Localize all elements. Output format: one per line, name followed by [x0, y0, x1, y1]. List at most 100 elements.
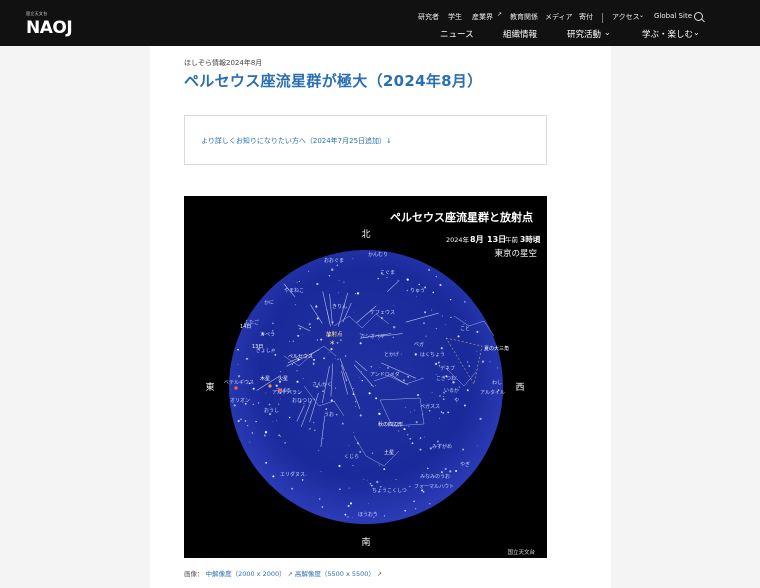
star — [455, 469, 458, 473]
star — [249, 441, 251, 443]
star — [355, 293, 357, 295]
nav-organization[interactable]: 組織情報 — [503, 28, 537, 40]
star — [419, 448, 422, 451]
util-global-site[interactable]: Global Site — [654, 12, 692, 20]
star — [309, 326, 311, 328]
star — [404, 509, 407, 512]
star — [440, 347, 443, 350]
star — [393, 326, 396, 329]
star — [417, 394, 419, 396]
star — [285, 284, 286, 286]
star — [361, 379, 363, 382]
util-education[interactable]: 教育関係 — [510, 12, 538, 22]
star — [292, 340, 294, 342]
star — [418, 283, 420, 286]
star — [336, 341, 339, 344]
search-icon[interactable] — [694, 12, 703, 21]
star — [323, 357, 326, 360]
star — [338, 464, 341, 468]
star — [278, 434, 280, 437]
star — [431, 309, 433, 311]
label-oushi: おうし — [264, 407, 279, 414]
util-students[interactable]: 学生 — [448, 12, 462, 22]
nav-learn[interactable]: 学ぶ・楽しむ — [642, 28, 693, 40]
util-donation[interactable]: 寄付 — [579, 12, 593, 22]
star — [313, 358, 316, 361]
star — [272, 475, 275, 478]
star — [328, 274, 331, 277]
star — [406, 289, 409, 292]
star — [320, 471, 322, 472]
star — [479, 417, 482, 421]
star — [263, 434, 266, 437]
util-media[interactable]: メディア — [545, 12, 573, 22]
star — [437, 361, 440, 364]
star — [308, 429, 310, 431]
jupiter-marker — [268, 384, 272, 388]
star — [425, 335, 427, 337]
star — [383, 515, 386, 517]
star — [419, 437, 422, 439]
star — [237, 363, 239, 365]
star — [456, 375, 457, 377]
label-summer-triangle: 夏の大三角 — [484, 345, 509, 352]
star — [328, 352, 330, 353]
star — [427, 467, 429, 470]
label-day13: 13日 — [252, 344, 263, 350]
nav-research[interactable]: 研究活動 — [567, 28, 601, 40]
star — [375, 397, 378, 400]
star — [345, 379, 347, 381]
nav-news[interactable]: ニュース — [440, 28, 474, 40]
star — [316, 339, 319, 341]
star — [377, 277, 379, 280]
sky-map-image[interactable]: ペルセウス座流星群と放射点 2024年 8月 13日 午前 3時頃 東京の星空 … — [184, 196, 547, 558]
util-industry[interactable]: 産業界 — [472, 12, 493, 22]
label-kogitsune: こぎつね — [436, 375, 456, 382]
star — [406, 278, 409, 281]
star — [291, 364, 293, 366]
star — [352, 464, 354, 467]
star — [428, 409, 431, 412]
util-access[interactable]: アクセス — [612, 12, 640, 22]
star — [280, 398, 281, 400]
high-resolution-link[interactable]: 高解像度（5500 x 5500） — [295, 570, 375, 578]
star — [369, 482, 372, 485]
star — [375, 385, 376, 387]
label-vega: ベガ — [414, 341, 424, 348]
star — [421, 377, 423, 379]
star — [435, 362, 438, 365]
label-mars: 火星 — [278, 376, 288, 382]
star — [422, 490, 425, 493]
label-koguma: こぐま — [380, 270, 395, 276]
dir-west: 西 — [515, 382, 524, 393]
betelgeuse-marker — [234, 386, 238, 390]
utility-nav: 研究者 学生 産業界 ↗ 教育関係 メディア 寄付 アクセス ⌄ Global … — [0, 11, 760, 24]
map-hour: 3時頃 — [520, 234, 541, 244]
util-researchers[interactable]: 研究者 — [418, 12, 439, 22]
label-washi: わし — [492, 379, 502, 386]
star — [359, 414, 362, 417]
label-day14: 14日 — [240, 324, 251, 330]
star — [308, 270, 310, 272]
dir-south: 南 — [361, 536, 370, 548]
star — [462, 448, 465, 451]
star — [476, 445, 478, 446]
mid-resolution-link[interactable]: 中解像度（2000 x 2000） — [206, 570, 286, 578]
star — [351, 516, 353, 518]
star — [439, 395, 441, 397]
star — [393, 305, 395, 306]
star — [288, 416, 291, 419]
star — [376, 480, 379, 484]
star — [318, 450, 320, 451]
more-info-link[interactable]: より詳しくお知りになりたい方へ（2024年7月25日追加）↓ — [201, 136, 392, 146]
star — [409, 411, 411, 413]
star — [275, 384, 278, 387]
star — [294, 304, 296, 306]
sky-map-svg: ペルセウス座流星群と放射点 2024年 8月 13日 午前 3時頃 東京の星空 … — [205, 210, 541, 556]
star — [331, 268, 334, 271]
label-aldebaran: アルデバラン — [272, 389, 302, 396]
map-location: 東京の星空 — [494, 248, 537, 259]
map-title: ペルセウス座流星群と放射点 — [390, 210, 533, 224]
label-orion: オリオン — [230, 398, 250, 404]
star — [265, 461, 268, 464]
